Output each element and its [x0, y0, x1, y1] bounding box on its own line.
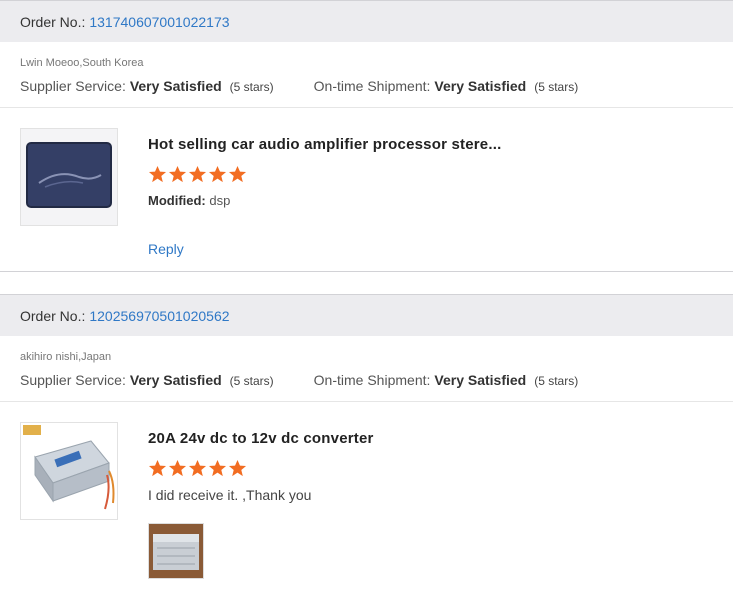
star-icon [148, 165, 167, 183]
shipment-value: Very Satisfied [434, 78, 527, 94]
order-label: Order No.: [20, 307, 86, 324]
shipment-stars-note: (5 stars) [534, 374, 579, 388]
supplier-stars-note: (5 stars) [229, 374, 274, 388]
product-info: 20A 24v dc to 12v dc converter I did rec… [148, 429, 713, 579]
star-rating [148, 165, 713, 185]
product-review: 20A 24v dc to 12v dc converter I did rec… [0, 402, 733, 579]
product-detail: Modified: dsp [148, 193, 713, 208]
order-label: Order No.: [20, 13, 86, 30]
divider [0, 271, 733, 294]
shipment-stars-note: (5 stars) [534, 80, 579, 94]
supplier-stars-note: (5 stars) [229, 80, 274, 94]
star-icon [208, 459, 227, 477]
shipment-rating: On-time Shipment: Very Satisfied (5 star… [314, 78, 579, 94]
service-ratings: Supplier Service: Very Satisfied (5 star… [20, 372, 713, 388]
shipment-value: Very Satisfied [434, 372, 527, 388]
shipment-label: On-time Shipment: [313, 372, 431, 388]
supplier-rating: Supplier Service: Very Satisfied (5 star… [20, 372, 274, 388]
supplier-rating: Supplier Service: Very Satisfied (5 star… [20, 78, 274, 94]
star-icon [168, 459, 187, 477]
order-card: Order No.: 120256970501020562 akihiro ni… [0, 294, 733, 579]
converter-image [21, 423, 117, 519]
product-thumbnail[interactable] [20, 128, 118, 226]
reply-link[interactable]: Reply [148, 241, 713, 257]
product-title[interactable]: Hot selling car audio amplifier processo… [148, 135, 713, 155]
order-header: Order No.: 131740607001022173 [0, 0, 733, 42]
order-card: Order No.: 131740607001022173 Lwin Moeoo… [0, 0, 733, 271]
star-icon [188, 459, 207, 477]
order-header: Order No.: 120256970501020562 [0, 294, 733, 336]
buyer-info: Lwin Moeoo,South Korea Supplier Service:… [0, 42, 733, 108]
product-review: Hot selling car audio amplifier processo… [0, 108, 733, 271]
order-number-link[interactable]: 120256970501020562 [89, 308, 229, 324]
review-photo[interactable] [148, 523, 204, 579]
star-rating [148, 459, 713, 479]
buyer-name: akihiro nishi,Japan [20, 351, 112, 363]
service-ratings: Supplier Service: Very Satisfied (5 star… [20, 78, 713, 94]
supplier-value: Very Satisfied [129, 372, 222, 388]
amplifier-image [21, 129, 117, 225]
supplier-label: Supplier Service: [20, 78, 126, 94]
star-icon [228, 459, 247, 477]
star-icon [188, 165, 207, 183]
supplier-value: Very Satisfied [129, 78, 222, 94]
product-thumbnail[interactable] [20, 422, 118, 520]
star-icon [208, 165, 227, 183]
supplier-label: Supplier Service: [20, 372, 126, 388]
star-icon [168, 165, 187, 183]
review-photo-image [149, 524, 203, 578]
order-number-link[interactable]: 131740607001022173 [89, 14, 229, 30]
product-title[interactable]: 20A 24v dc to 12v dc converter [148, 429, 713, 449]
star-icon [148, 459, 167, 477]
shipment-rating: On-time Shipment: Very Satisfied (5 star… [314, 372, 579, 388]
review-text: I did receive it. ,Thank you [148, 487, 312, 503]
star-icon [228, 165, 247, 183]
shipment-label: On-time Shipment: [313, 78, 431, 94]
buyer-info: akihiro nishi,Japan Supplier Service: Ve… [0, 336, 733, 402]
buyer-name: Lwin Moeoo,South Korea [20, 57, 144, 69]
detail-value: dsp [209, 193, 231, 208]
product-info: Hot selling car audio amplifier processo… [148, 135, 713, 257]
detail-label: Modified: [148, 193, 206, 208]
